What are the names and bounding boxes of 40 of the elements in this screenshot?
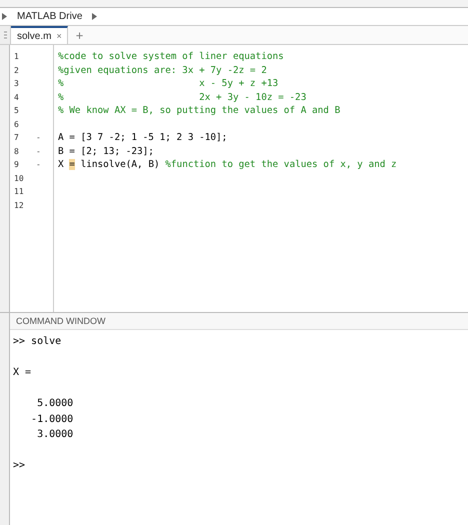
line-number: 1 xyxy=(14,52,20,62)
prompt-text: >> xyxy=(13,460,26,472)
line-number: 12 xyxy=(14,200,25,210)
breakpoint-dash[interactable]: - xyxy=(36,133,41,142)
code-comment: %given equations are: 3x + 7y -2z = 2 xyxy=(58,64,267,76)
line-number: 8 xyxy=(14,146,20,156)
output-value: 3.0000 xyxy=(36,429,74,440)
line-number: 4 xyxy=(14,92,20,102)
line-number: 6 xyxy=(14,120,20,129)
grip-handle[interactable] xyxy=(0,26,11,44)
panel-title: COMMAND WINDOW xyxy=(10,313,468,330)
breakpoint-dash[interactable]: - xyxy=(36,146,41,156)
command-text: >> solve xyxy=(13,336,62,348)
close-icon[interactable]: × xyxy=(56,31,62,41)
line-number: 11 xyxy=(14,187,25,196)
line-number: 3 xyxy=(14,79,20,88)
new-tab-button[interactable]: + xyxy=(68,28,92,42)
file-tab[interactable]: solve.m × xyxy=(11,26,68,44)
output-value: -1.0000 xyxy=(30,414,74,425)
line-number: 7 xyxy=(14,133,20,142)
line-number: 9 xyxy=(14,160,20,170)
path-crumb[interactable]: MATLAB Drive xyxy=(13,11,86,22)
code-comment: % We know AX = B, so putting the values of A and B xyxy=(58,105,340,116)
line-number: 2 xyxy=(14,66,20,75)
code-text: linsolve(A, B) xyxy=(80,159,161,170)
code-text: A = [3 7 -2; 1 -5 1; 2 3 -10]; xyxy=(58,132,228,144)
chevron-right-icon xyxy=(92,13,98,20)
output-value: 5.0000 xyxy=(36,398,74,410)
chevron-right-icon xyxy=(2,13,7,20)
line-number: 5 xyxy=(14,106,20,116)
code-text: X xyxy=(58,159,65,170)
code-comment: %function to get the values of x, y and z xyxy=(165,159,397,170)
highlighted-symbol: = xyxy=(69,159,75,170)
line-number: 10 xyxy=(14,174,25,183)
breakpoint-dash[interactable]: - xyxy=(36,160,41,170)
output-text: X = xyxy=(13,367,32,378)
code-comment: % 2x + 3y - 10z = -23 xyxy=(58,92,306,103)
code-comment: %code to solve system of liner equations xyxy=(58,51,284,62)
code-comment: % x - 5y + z +13 xyxy=(58,78,278,90)
code-text: B = [2; 13; -23]; xyxy=(58,146,154,157)
